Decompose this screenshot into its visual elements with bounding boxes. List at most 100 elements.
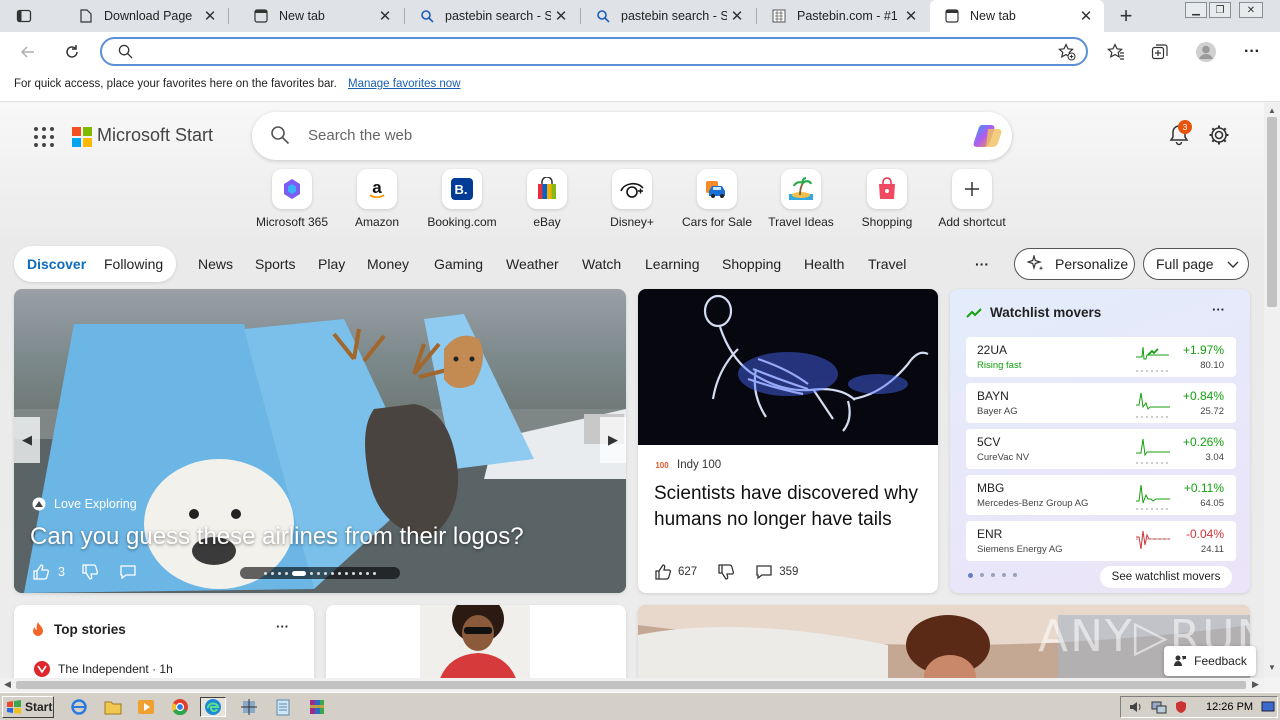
close-icon[interactable]: ✕ bbox=[1076, 6, 1096, 26]
carousel-dot[interactable] bbox=[373, 571, 376, 575]
carousel-dot[interactable] bbox=[338, 571, 341, 575]
back-button[interactable] bbox=[14, 40, 42, 64]
taskbar-winrar-button[interactable] bbox=[304, 697, 330, 717]
shortcut-travel-ideas[interactable]: Travel Ideas bbox=[758, 169, 844, 229]
top-stories-more-button[interactable]: ··· bbox=[276, 619, 289, 634]
volume-icon[interactable] bbox=[1129, 700, 1143, 717]
hero-carousel[interactable]: ◀ ▶ Love Exploring Can you guess these a… bbox=[14, 289, 626, 593]
notifications-button[interactable]: 3 bbox=[1168, 120, 1192, 149]
web-search-box[interactable]: Search the web bbox=[252, 112, 1012, 160]
shortcut-booking[interactable]: B. Booking.com bbox=[419, 169, 505, 229]
carousel-dot[interactable] bbox=[310, 571, 313, 575]
close-window-button[interactable]: ✕ bbox=[1239, 2, 1263, 18]
vertical-scrollbar[interactable]: ▲ ▼ bbox=[1264, 103, 1280, 678]
watchlist-row[interactable]: 22UA Rising fast +1.97% 80.10 bbox=[966, 337, 1236, 377]
feed-tab-sports[interactable]: Sports bbox=[255, 256, 295, 272]
taskbar-edge-button[interactable] bbox=[200, 697, 226, 717]
carousel-dot[interactable] bbox=[278, 571, 281, 575]
see-watchlist-movers-button[interactable]: See watchlist movers bbox=[1100, 566, 1232, 588]
thumbs-down-icon[interactable] bbox=[81, 563, 99, 581]
carousel-dot[interactable] bbox=[317, 571, 320, 575]
profile-button[interactable] bbox=[1194, 40, 1218, 64]
tab-pastebin-search-1[interactable]: pastebin search - Se ✕ bbox=[405, 0, 579, 32]
new-tab-button[interactable]: + bbox=[1114, 3, 1138, 28]
carousel-prev-button[interactable]: ◀ bbox=[14, 417, 40, 463]
taskbar-chrome-button[interactable] bbox=[167, 697, 193, 717]
shortcut-ebay[interactable]: eBay bbox=[504, 169, 590, 229]
add-shortcut-button[interactable]: Add shortcut bbox=[929, 169, 1015, 229]
taskbar-explorer-button[interactable] bbox=[100, 697, 126, 717]
feed-tab-money[interactable]: Money bbox=[367, 256, 409, 272]
watchlist-more-button[interactable]: ··· bbox=[1212, 302, 1225, 317]
shortcut-amazon[interactable]: a Amazon bbox=[334, 169, 420, 229]
feed-tab-travel[interactable]: Travel bbox=[868, 256, 906, 272]
tab-actions-button[interactable] bbox=[10, 6, 38, 26]
shortcut-shopping[interactable]: Shopping bbox=[844, 169, 930, 229]
feed-more-button[interactable]: ··· bbox=[975, 256, 989, 272]
carousel-next-button[interactable]: ▶ bbox=[600, 417, 626, 463]
close-icon[interactable]: ✕ bbox=[727, 6, 747, 26]
feed-tab-news[interactable]: News bbox=[198, 256, 233, 272]
tab-pastebin-com[interactable]: Pastebin.com - #1 p ✕ bbox=[757, 0, 929, 32]
shortcut-microsoft-365[interactable]: Microsoft 365 bbox=[249, 169, 335, 229]
close-icon[interactable]: ✕ bbox=[200, 6, 220, 26]
close-icon[interactable]: ✕ bbox=[551, 6, 571, 26]
manage-favorites-link[interactable]: Manage favorites now bbox=[348, 78, 461, 90]
shortcut-disney[interactable]: Disney+ bbox=[589, 169, 675, 229]
feed-tab-watch[interactable]: Watch bbox=[582, 256, 621, 272]
scrollbar-thumb[interactable] bbox=[1267, 117, 1277, 307]
scroll-right-icon[interactable]: ▶ bbox=[1252, 679, 1259, 690]
watchlist-row[interactable]: ENR Siemens Energy AG -0.04% 24.11 bbox=[966, 521, 1236, 561]
tab-following[interactable]: Following bbox=[104, 256, 163, 272]
network-icon[interactable] bbox=[1151, 700, 1167, 717]
feed-tab-health[interactable]: Health bbox=[804, 256, 844, 272]
taskbar-media-button[interactable] bbox=[133, 697, 159, 717]
carousel-dot[interactable] bbox=[345, 571, 348, 575]
shortcut-cars-for-sale[interactable]: Cars for Sale bbox=[674, 169, 760, 229]
personalize-button[interactable]: Personalize bbox=[1014, 248, 1135, 280]
close-icon[interactable]: ✕ bbox=[375, 6, 395, 26]
feed-tab-weather[interactable]: Weather bbox=[506, 256, 559, 272]
tab-new-tab[interactable]: New tab ✕ bbox=[229, 0, 403, 32]
carousel-dot[interactable] bbox=[366, 571, 369, 575]
feed-tab-play[interactable]: Play bbox=[318, 256, 345, 272]
carousel-dot[interactable] bbox=[324, 571, 327, 575]
taskbar-ie-button[interactable] bbox=[66, 697, 92, 717]
taskbar-app-button[interactable] bbox=[236, 697, 262, 717]
photo-card[interactable] bbox=[326, 605, 626, 678]
carousel-dot[interactable] bbox=[352, 571, 355, 575]
show-desktop-icon[interactable] bbox=[1261, 700, 1275, 717]
comment-icon[interactable] bbox=[755, 563, 773, 581]
watchlist-row[interactable]: BAYN Bayer AG +0.84% 25.72 bbox=[966, 383, 1236, 423]
carousel-dot[interactable] bbox=[359, 571, 362, 575]
start-button[interactable]: Start bbox=[2, 696, 54, 718]
watchlist-pager[interactable] bbox=[968, 573, 1017, 578]
tab-download-page[interactable]: Download Page ✕ bbox=[54, 0, 228, 32]
hero-source[interactable]: Love Exploring bbox=[32, 497, 137, 511]
tab-new-tab-active[interactable]: New tab ✕ bbox=[930, 0, 1104, 32]
carousel-dot[interactable] bbox=[285, 571, 288, 575]
article-source[interactable]: 100 Indy 100 bbox=[654, 459, 721, 471]
carousel-dot[interactable] bbox=[292, 570, 306, 576]
hero-title[interactable]: Can you guess these airlines from their … bbox=[30, 523, 524, 551]
minimize-button[interactable]: ▁ bbox=[1185, 2, 1207, 18]
watchlist-row[interactable]: 5CV CureVac NV +0.26% 3.04 bbox=[966, 429, 1236, 469]
brand-title[interactable]: Microsoft Start bbox=[97, 125, 213, 146]
scroll-down-icon[interactable]: ▼ bbox=[1268, 663, 1276, 672]
app-launcher-icon[interactable] bbox=[34, 127, 54, 147]
scroll-left-icon[interactable]: ◀ bbox=[4, 679, 11, 690]
article-card[interactable]: 100 Indy 100 Scientists have discovered … bbox=[638, 289, 938, 593]
thumbs-up-icon[interactable] bbox=[654, 563, 672, 581]
tab-pastebin-search-2[interactable]: pastebin search - Se ✕ bbox=[581, 0, 755, 32]
carousel-dot[interactable] bbox=[264, 571, 267, 575]
settings-more-button[interactable]: ··· bbox=[1240, 40, 1264, 64]
scrollbar-thumb[interactable] bbox=[16, 681, 1246, 689]
favorites-button[interactable] bbox=[1104, 40, 1128, 64]
tab-discover[interactable]: Discover bbox=[27, 256, 86, 272]
restore-button[interactable]: ❐ bbox=[1209, 2, 1231, 18]
feedback-button[interactable]: Feedback bbox=[1164, 646, 1256, 676]
security-shield-icon[interactable] bbox=[1175, 700, 1187, 717]
watchlist-row[interactable]: MBG Mercedes-Benz Group AG +0.11% 64.05 bbox=[966, 475, 1236, 515]
taskbar-notepad-button[interactable] bbox=[270, 697, 296, 717]
top-story-source[interactable]: The Independent · 1h bbox=[34, 661, 173, 677]
